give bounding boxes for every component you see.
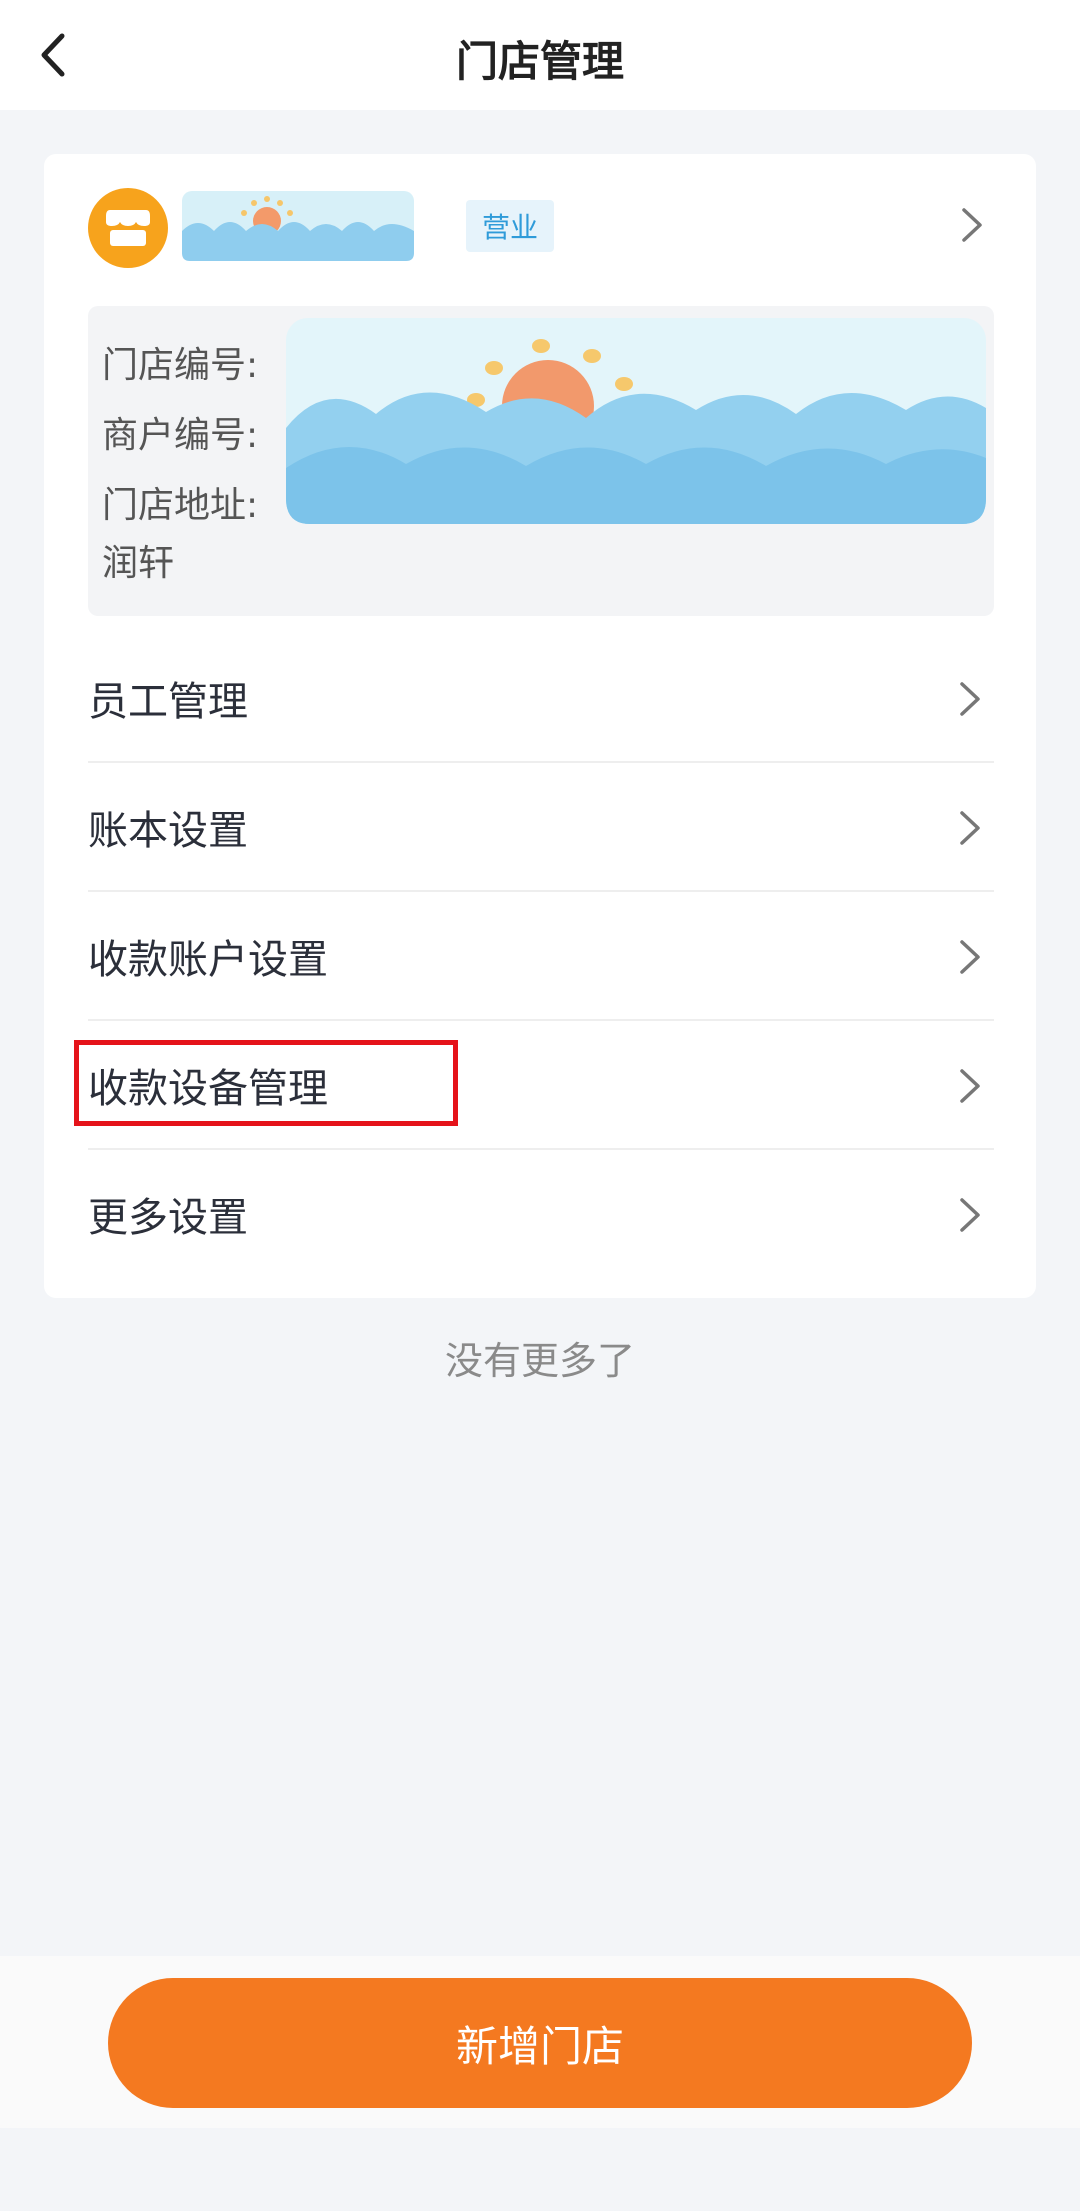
chevron-right-icon <box>960 940 980 974</box>
menu-item-label: 收款账户设置 <box>88 936 328 983</box>
add-store-button[interactable]: 新增门店 <box>108 1978 972 2108</box>
menu-item-ledger[interactable]: 账本设置 <box>88 763 994 892</box>
store-number-label: 门店编号: <box>102 345 259 386</box>
menu-item-label: 员工管理 <box>88 678 248 725</box>
menu-item-staff[interactable]: 员工管理 <box>88 634 994 763</box>
chevron-right-icon <box>960 682 980 716</box>
menu-item-payment-devices[interactable]: 收款设备管理 <box>74 1021 994 1150</box>
menu-item-label: 更多设置 <box>88 1194 248 1241</box>
store-logo <box>88 188 168 268</box>
top-bar: 门店管理 <box>0 0 1080 110</box>
store-address-tail: 润轩 <box>102 543 175 584</box>
store-name-image <box>182 191 414 261</box>
store-address-label: 门店地址: <box>102 485 259 526</box>
chevron-right-icon <box>960 1069 980 1103</box>
menu-item-payee-account[interactable]: 收款账户设置 <box>88 892 994 1021</box>
store-icon <box>106 210 150 246</box>
no-more-text: 没有更多了 <box>444 1339 635 1383</box>
menu-item-label: 账本设置 <box>88 807 248 854</box>
chevron-right-icon <box>960 811 980 845</box>
menu-item-more-settings[interactable]: 更多设置 <box>88 1150 994 1277</box>
store-header[interactable]: 营业 <box>88 188 992 278</box>
settings-menu: 员工管理 账本设置 收款账户设置 收款设备管理 更多设置 <box>74 634 994 1277</box>
merchant-number-label: 商户编号: <box>102 415 259 456</box>
highlight-box <box>74 1040 458 1126</box>
chevron-right-icon <box>962 208 982 242</box>
bottom-bar: 新增门店 <box>0 1956 1080 2128</box>
status-badge: 营业 <box>466 200 554 252</box>
store-info-box: 门店编号: 商户编号: 门店地址: 润轩 <box>88 306 994 616</box>
store-card: 营业 门店编号: 商户编号: 门店地址: 润轩 员工管理 账本设置 收款账户设置… <box>44 154 1036 1298</box>
store-info-image <box>286 318 986 524</box>
chevron-right-icon <box>960 1198 980 1232</box>
page-title: 门店管理 <box>455 37 624 86</box>
